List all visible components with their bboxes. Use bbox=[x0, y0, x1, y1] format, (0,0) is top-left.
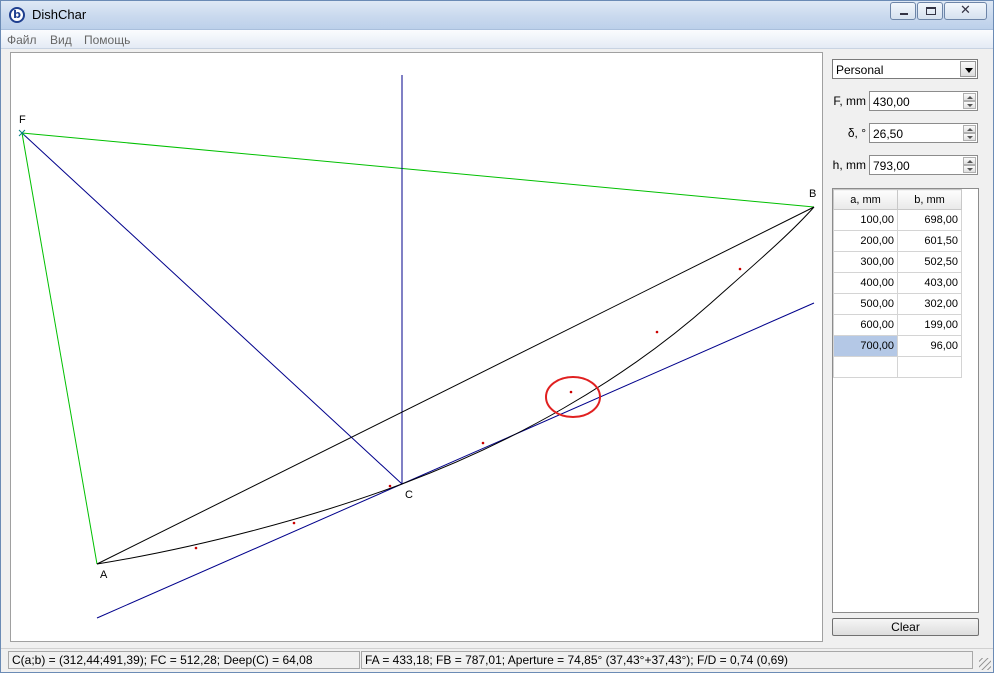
dish-geometry-plot: F B A C bbox=[18, 75, 816, 619]
table-row-new[interactable] bbox=[833, 356, 962, 378]
table-row[interactable]: 500,00 302,00 bbox=[833, 293, 962, 315]
cell-a[interactable]: 700,00 bbox=[833, 335, 898, 357]
label-c: C bbox=[405, 489, 413, 501]
spin-up-icon[interactable] bbox=[963, 157, 976, 165]
line-fa bbox=[21, 132, 98, 565]
height-value: 793,00 bbox=[873, 159, 910, 173]
chord-ab bbox=[96, 206, 815, 565]
menu-bar: Файл Вид Помощь bbox=[1, 30, 993, 49]
spin-down-icon[interactable] bbox=[963, 165, 976, 173]
close-icon: ✕ bbox=[960, 3, 971, 18]
cell-a[interactable]: 600,00 bbox=[833, 314, 898, 336]
height-label: h, mm bbox=[832, 158, 866, 172]
menu-view[interactable]: Вид bbox=[50, 33, 72, 47]
window-controls: ✕ bbox=[889, 2, 987, 20]
profile-select[interactable]: Personal bbox=[832, 59, 978, 79]
parameters-panel: Personal F, mm 430,00 δ, ° 26,50 h, mm 7… bbox=[826, 52, 986, 642]
minimize-icon bbox=[900, 13, 908, 15]
delta-label: δ, ° bbox=[847, 126, 866, 140]
title-bar[interactable]: b DishChar ✕ bbox=[1, 1, 993, 30]
cell-b[interactable]: 601,50 bbox=[897, 230, 962, 252]
column-header-b[interactable]: b, mm bbox=[897, 189, 962, 210]
maximize-icon bbox=[926, 7, 936, 15]
chevron-down-icon[interactable] bbox=[960, 61, 976, 77]
cell-b[interactable]: 199,00 bbox=[897, 314, 962, 336]
label-b: B bbox=[809, 188, 816, 200]
table-row[interactable]: 300,00 502,50 bbox=[833, 251, 962, 273]
drawing-canvas[interactable]: F B A C bbox=[10, 52, 823, 642]
status-point-info: C(a;b) = (312,44;491,39); FC = 512,28; D… bbox=[8, 651, 360, 669]
cell-b[interactable]: 96,00 bbox=[897, 335, 962, 357]
menu-help[interactable]: Помощь bbox=[84, 33, 130, 47]
focus-label: F, mm bbox=[833, 94, 866, 108]
height-spin-buttons bbox=[963, 157, 976, 173]
column-header-a[interactable]: a, mm bbox=[833, 189, 898, 210]
label-f: F bbox=[19, 114, 26, 126]
spin-down-icon[interactable] bbox=[963, 101, 976, 109]
delta-spin-input[interactable]: 26,50 bbox=[869, 123, 978, 143]
cell-a[interactable]: 500,00 bbox=[833, 293, 898, 315]
cell-b[interactable] bbox=[897, 356, 962, 378]
window-title: DishChar bbox=[32, 7, 87, 22]
highlight-circle bbox=[545, 376, 601, 418]
delta-value: 26,50 bbox=[873, 127, 904, 141]
status-bar: C(a;b) = (312,44;491,39); FC = 512,28; D… bbox=[1, 648, 993, 672]
focus-spin-buttons bbox=[963, 93, 976, 109]
cell-a[interactable] bbox=[833, 356, 898, 378]
focus-value: 430,00 bbox=[873, 95, 910, 109]
focus-spin-input[interactable]: 430,00 bbox=[869, 91, 978, 111]
cell-b[interactable]: 302,00 bbox=[897, 293, 962, 315]
table-row[interactable]: 100,00 698,00 bbox=[833, 209, 962, 231]
menu-file[interactable]: Файл bbox=[7, 33, 37, 47]
cell-a[interactable]: 300,00 bbox=[833, 251, 898, 273]
point-marker bbox=[738, 267, 742, 271]
label-a: A bbox=[100, 569, 108, 581]
cell-a[interactable]: 400,00 bbox=[833, 272, 898, 294]
spin-up-icon[interactable] bbox=[963, 93, 976, 101]
table-row[interactable]: 200,00 601,50 bbox=[833, 230, 962, 252]
line-fb bbox=[21, 132, 815, 208]
close-button[interactable]: ✕ bbox=[944, 2, 987, 20]
point-marker bbox=[388, 484, 392, 488]
tangent-line bbox=[96, 302, 815, 619]
line-fc bbox=[21, 132, 403, 485]
profile-select-value: Personal bbox=[836, 63, 884, 77]
cell-a[interactable]: 200,00 bbox=[833, 230, 898, 252]
points-table[interactable]: a, mm b, mm 100,00 698,00 200,00 601,50 … bbox=[832, 188, 979, 613]
clear-button[interactable]: Clear bbox=[832, 618, 979, 636]
cell-a[interactable]: 100,00 bbox=[833, 209, 898, 231]
point-marker bbox=[481, 441, 485, 445]
point-marker bbox=[194, 546, 198, 550]
height-spin-input[interactable]: 793,00 bbox=[869, 155, 978, 175]
spin-down-icon[interactable] bbox=[963, 133, 976, 141]
resize-grip-icon[interactable] bbox=[979, 658, 991, 670]
maximize-button[interactable] bbox=[917, 2, 943, 20]
cell-b[interactable]: 502,50 bbox=[897, 251, 962, 273]
table-row[interactable]: 400,00 403,00 bbox=[833, 272, 962, 294]
minimize-button[interactable] bbox=[890, 2, 916, 20]
point-marker bbox=[292, 521, 296, 525]
app-logo-icon: b bbox=[9, 7, 25, 23]
point-marker bbox=[569, 390, 573, 394]
delta-spin-buttons bbox=[963, 125, 976, 141]
status-dish-info: FA = 433,18; FB = 787,01; Aperture = 74,… bbox=[361, 651, 973, 669]
point-marker bbox=[655, 330, 659, 334]
table-row-selected[interactable]: 700,00 96,00 bbox=[833, 335, 962, 357]
table-row[interactable]: 600,00 199,00 bbox=[833, 314, 962, 336]
spin-up-icon[interactable] bbox=[963, 125, 976, 133]
app-window: b DishChar ✕ Файл Вид Помощь F B A C Per… bbox=[0, 0, 994, 673]
cell-b[interactable]: 698,00 bbox=[897, 209, 962, 231]
cell-b[interactable]: 403,00 bbox=[897, 272, 962, 294]
measurement-points bbox=[194, 267, 742, 550]
